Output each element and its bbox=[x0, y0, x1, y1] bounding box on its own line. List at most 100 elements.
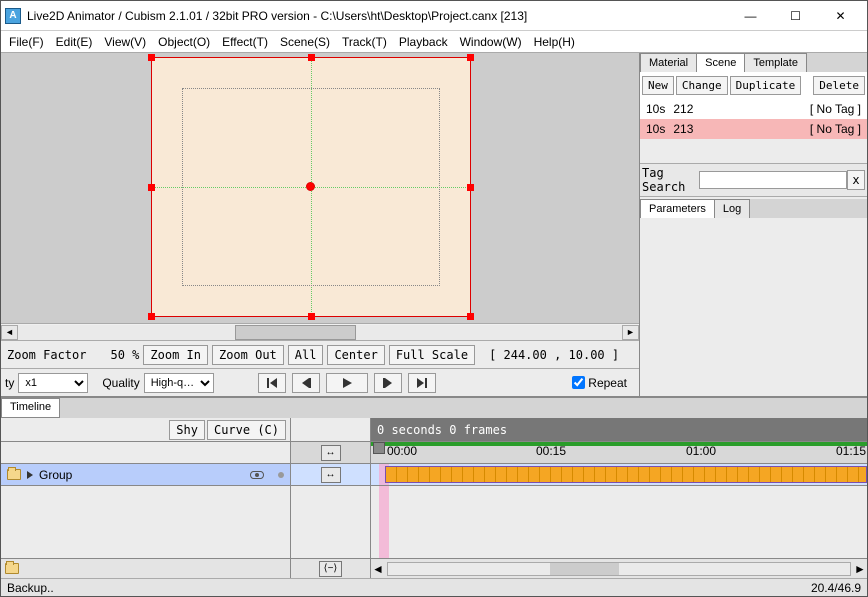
scene-change-button[interactable]: Change bbox=[676, 76, 728, 95]
quality-select[interactable]: High-q… bbox=[144, 373, 214, 393]
handle-bot-right[interactable] bbox=[467, 313, 474, 320]
menu-help[interactable]: Help(H) bbox=[530, 33, 579, 51]
parameters-panel bbox=[640, 218, 867, 396]
scene-list: 10s 212 [ No Tag ] 10s 213 [ No Tag ] bbox=[640, 99, 867, 139]
canvas-h-scrollbar[interactable]: ◄ ► bbox=[1, 323, 639, 340]
minimize-button[interactable]: — bbox=[728, 2, 773, 30]
handle-mid-right[interactable] bbox=[467, 184, 474, 191]
ruler-tick: 01:15 bbox=[836, 444, 866, 458]
tag-search-input[interactable] bbox=[699, 171, 847, 189]
maximize-button[interactable]: ☐ bbox=[773, 2, 818, 30]
tab-template[interactable]: Template bbox=[744, 53, 807, 72]
scene-tag: [ No Tag ] bbox=[810, 102, 861, 116]
play-toolbar: ty x1 Quality High-q… Repeat bbox=[1, 368, 639, 396]
menu-track[interactable]: Track(T) bbox=[338, 33, 391, 51]
track-lane[interactable] bbox=[371, 464, 867, 485]
handle-bot-mid[interactable] bbox=[308, 313, 315, 320]
tab-scene[interactable]: Scene bbox=[696, 53, 745, 72]
scroll-right-icon[interactable]: ► bbox=[622, 325, 639, 340]
scene-new-button[interactable]: New bbox=[642, 76, 674, 95]
zoom-percent: 50 % bbox=[110, 348, 139, 362]
scroll-right-icon[interactable]: ► bbox=[853, 562, 867, 576]
close-button[interactable]: ✕ bbox=[818, 2, 863, 30]
repeat-input[interactable] bbox=[572, 376, 585, 389]
expand-icon[interactable] bbox=[27, 471, 33, 479]
scene-tag: [ No Tag ] bbox=[810, 122, 861, 136]
lock-dot-icon[interactable] bbox=[278, 472, 284, 478]
canvas-viewport[interactable] bbox=[1, 53, 639, 323]
menu-edit[interactable]: Edit(E) bbox=[52, 33, 97, 51]
playhead[interactable] bbox=[371, 442, 385, 463]
scene-delete-button[interactable]: Delete bbox=[813, 76, 865, 95]
menu-effect[interactable]: Effect(T) bbox=[218, 33, 272, 51]
repeat-checkbox[interactable]: Repeat bbox=[572, 376, 627, 390]
zoom-in-button[interactable]: Zoom In bbox=[143, 345, 208, 365]
scene-id: 212 bbox=[673, 102, 693, 116]
scroll-left-icon[interactable]: ◄ bbox=[371, 562, 385, 576]
zoom-out-button[interactable]: Zoom Out bbox=[212, 345, 284, 365]
canvas-bounds[interactable] bbox=[151, 57, 471, 317]
scene-duplicate-button[interactable]: Duplicate bbox=[730, 76, 802, 95]
scene-row[interactable]: 10s 212 [ No Tag ] bbox=[640, 99, 867, 119]
step-back-button[interactable] bbox=[292, 373, 320, 393]
folder-icon[interactable] bbox=[5, 563, 19, 574]
tab-timeline[interactable]: Timeline bbox=[1, 398, 60, 418]
zoom-center-button[interactable]: Center bbox=[327, 345, 384, 365]
handle-mid-left[interactable] bbox=[148, 184, 155, 191]
menu-file[interactable]: File(F) bbox=[5, 33, 48, 51]
track-span-icon[interactable]: ↔ bbox=[321, 467, 341, 483]
timeline-h-scrollbar[interactable] bbox=[387, 562, 851, 576]
handle-top-mid[interactable] bbox=[308, 54, 315, 61]
go-end-button[interactable] bbox=[408, 373, 436, 393]
scene-duration: 10s bbox=[646, 122, 665, 136]
tag-search-clear-button[interactable]: x bbox=[847, 170, 865, 190]
ruler-tick: 00:15 bbox=[536, 444, 566, 458]
timeline-clip[interactable] bbox=[385, 466, 867, 483]
tab-log[interactable]: Log bbox=[714, 199, 750, 218]
tag-search-label: Tag Search bbox=[642, 166, 695, 194]
step-fwd-button[interactable] bbox=[374, 373, 402, 393]
scroll-thumb[interactable] bbox=[235, 325, 356, 340]
visibility-icon[interactable] bbox=[250, 471, 264, 479]
ruler-tick: 01:00 bbox=[686, 444, 716, 458]
zoom-fullscale-button[interactable]: Full Scale bbox=[389, 345, 475, 365]
scene-row[interactable]: 10s 213 [ No Tag ] bbox=[640, 119, 867, 139]
handle-top-right[interactable] bbox=[467, 54, 474, 61]
status-bar: Backup.. 20.4/46.9 bbox=[1, 578, 867, 596]
status-right: 20.4/46.9 bbox=[811, 581, 861, 595]
title-bar: A Live2D Animator / Cubism 2.1.01 / 32bi… bbox=[1, 1, 867, 31]
tab-parameters[interactable]: Parameters bbox=[640, 199, 715, 218]
ty-select[interactable]: x1 bbox=[18, 373, 88, 393]
scroll-left-icon[interactable]: ◄ bbox=[1, 325, 18, 340]
track-header[interactable]: Group bbox=[1, 464, 291, 485]
handle-center[interactable] bbox=[306, 182, 315, 191]
menu-window[interactable]: Window(W) bbox=[456, 33, 526, 51]
work-area-bar[interactable] bbox=[371, 442, 867, 446]
timeline-panel: Timeline Shy Curve (C) 0 seconds 0 frame… bbox=[1, 396, 867, 578]
ruler-tick: 00:00 bbox=[387, 444, 417, 458]
track-span-icon[interactable]: ↔ bbox=[321, 445, 341, 461]
window-title: Live2D Animator / Cubism 2.1.01 / 32bit … bbox=[27, 9, 728, 23]
tab-material[interactable]: Material bbox=[640, 53, 697, 72]
menu-object[interactable]: Object(O) bbox=[154, 33, 214, 51]
menu-view[interactable]: View(V) bbox=[100, 33, 150, 51]
curve-button[interactable]: Curve (C) bbox=[207, 420, 286, 440]
cursor-coords: [ 244.00 , 10.00 ] bbox=[489, 348, 619, 362]
zoom-all-button[interactable]: All bbox=[288, 345, 324, 365]
shy-button[interactable]: Shy bbox=[169, 420, 205, 440]
playhead-line[interactable] bbox=[379, 486, 389, 558]
track-name: Group bbox=[39, 468, 72, 482]
ty-label: ty bbox=[5, 376, 14, 390]
scene-duration: 10s bbox=[646, 102, 665, 116]
folder-icon bbox=[7, 469, 21, 480]
scroll-thumb[interactable] bbox=[550, 563, 619, 575]
go-start-button[interactable] bbox=[258, 373, 286, 393]
zoom-toolbar: Zoom Factor 50 % Zoom In Zoom Out All Ce… bbox=[1, 340, 639, 368]
play-button[interactable] bbox=[326, 373, 368, 393]
handle-bot-left[interactable] bbox=[148, 313, 155, 320]
handle-top-left[interactable] bbox=[148, 54, 155, 61]
time-ruler[interactable]: 00:00 00:15 01:00 01:15 bbox=[371, 442, 867, 463]
menu-playback[interactable]: Playback bbox=[395, 33, 452, 51]
menu-scene[interactable]: Scene(S) bbox=[276, 33, 334, 51]
timeline-nav-button[interactable]: ⟨−⟩ bbox=[319, 561, 343, 577]
